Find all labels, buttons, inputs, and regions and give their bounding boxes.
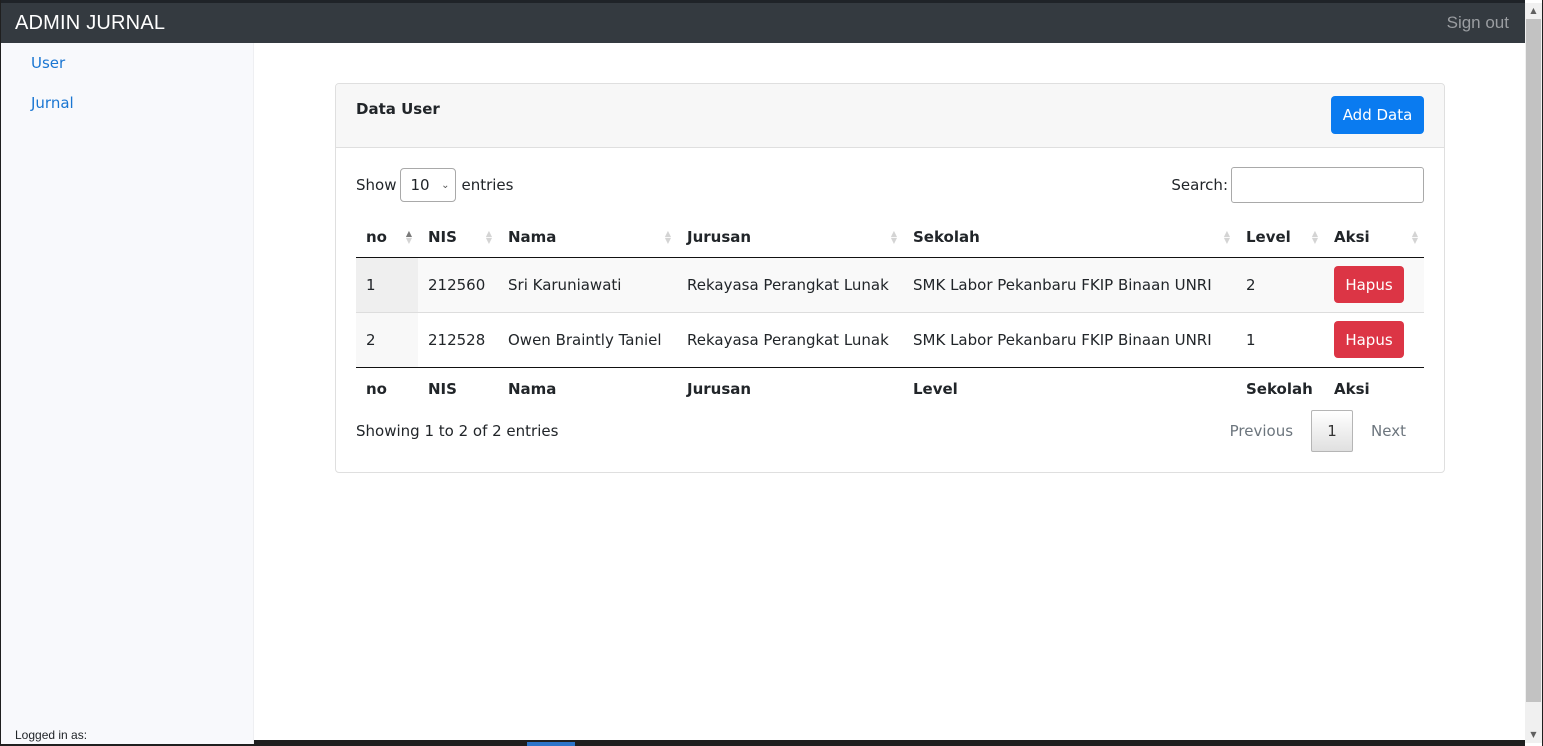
sidebar-item-jurnal[interactable]: Jurnal (0, 83, 253, 123)
cell-nama: Owen Braintly Taniel (498, 311, 677, 367)
vertical-scrollbar[interactable]: ▲ ▼ (1525, 3, 1542, 743)
scroll-down-icon[interactable]: ▼ (1525, 727, 1542, 743)
sort-icon: ▲ ▼ (405, 228, 412, 245)
table-info: Showing 1 to 2 of 2 entries (356, 422, 559, 440)
cell-aksi: Hapus (1324, 257, 1424, 312)
pagination: Previous 1 Next (1212, 410, 1424, 452)
window-bottom-edge (254, 740, 1525, 746)
entries-select[interactable]: 10 ⌄ (400, 168, 457, 202)
header-nis[interactable]: NIS ▲ ▼ (418, 217, 498, 258)
page-1-button[interactable]: 1 (1311, 410, 1354, 452)
entries-length-control: Show 10 ⌄ entries (356, 167, 513, 203)
sign-out-link[interactable]: Sign out (1447, 13, 1509, 33)
taskbar-indicator (527, 742, 575, 746)
footer-no: no (356, 366, 418, 411)
footer-nama: Nama (498, 366, 677, 411)
previous-page-button[interactable]: Previous (1212, 422, 1311, 440)
search-label: Search: (1171, 176, 1228, 194)
header-sekolah[interactable]: Sekolah ▲ ▼ (903, 217, 1236, 258)
cell-nis: 212560 (418, 257, 498, 312)
header-no[interactable]: no ▲ ▼ (356, 217, 418, 258)
card-header: Data User Add Data (336, 84, 1444, 148)
table-row: 2 212528 Owen Braintly Taniel Rekayasa P… (356, 311, 1424, 367)
cell-nama: Sri Karuniawati (498, 257, 677, 312)
sort-icon: ▲ ▼ (664, 228, 671, 245)
sort-icon: ▲ ▼ (1311, 228, 1318, 245)
search-input[interactable] (1231, 167, 1424, 203)
cell-sekolah: SMK Labor Pekanbaru FKIP Binaan UNRI (903, 311, 1236, 367)
scroll-up-icon[interactable]: ▲ (1525, 3, 1542, 19)
sort-icon: ▲ ▼ (1223, 228, 1230, 245)
sort-icon: ▲ ▼ (890, 228, 897, 245)
header-nama[interactable]: Nama ▲ ▼ (498, 217, 677, 258)
footer-jurusan: Jurusan (677, 366, 903, 411)
cell-no: 2 (356, 311, 418, 367)
cell-level: 2 (1236, 257, 1324, 312)
cell-aksi: Hapus (1324, 311, 1424, 367)
hapus-button[interactable]: Hapus (1334, 321, 1404, 358)
table-footer-row: no NIS Nama Jurusan Level Sekolah Aksi (356, 366, 1424, 411)
card-title: Data User (356, 100, 440, 118)
brand-title: ADMIN JURNAL (15, 11, 166, 34)
cell-nis: 212528 (418, 311, 498, 367)
cell-jurusan: Rekayasa Perangkat Lunak (677, 257, 903, 312)
cell-no: 1 (356, 257, 418, 312)
entries-label: entries (461, 176, 514, 194)
scroll-thumb[interactable] (1526, 19, 1541, 702)
data-user-card: Data User Add Data Show 10 ⌄ entries Sea… (335, 83, 1445, 473)
footer-aksi: Aksi (1324, 366, 1424, 411)
header-level[interactable]: Level ▲ ▼ (1236, 217, 1324, 258)
sort-icon: ▲ ▼ (485, 228, 492, 245)
logged-in-label: Logged in as: (15, 728, 88, 742)
next-page-button[interactable]: Next (1353, 422, 1424, 440)
table-controls: Show 10 ⌄ entries Search: (356, 167, 1424, 203)
footer-level: Level (903, 366, 1236, 411)
entries-select-value: 10 (410, 176, 430, 194)
add-data-button[interactable]: Add Data (1331, 96, 1424, 134)
footer-nis: NIS (418, 366, 498, 411)
search-control: Search: (1171, 167, 1424, 203)
cell-sekolah: SMK Labor Pekanbaru FKIP Binaan UNRI (903, 257, 1236, 312)
hapus-button[interactable]: Hapus (1334, 266, 1404, 303)
table-row: 1 212560 Sri Karuniawati Rekayasa Perang… (356, 257, 1424, 312)
header-aksi[interactable]: Aksi ▲ ▼ (1324, 217, 1424, 258)
sidebar-item-user[interactable]: User (0, 43, 253, 83)
sort-icon: ▲ ▼ (1411, 228, 1418, 245)
show-label: Show (356, 176, 397, 194)
chevron-down-icon: ⌄ (441, 179, 450, 191)
user-table: no ▲ ▼ NIS ▲ ▼ Nama ▲ ▼ Jurusan ▲ ▼ Sekolah ▲ ▼ Le… (356, 217, 1424, 411)
table-header-row: no ▲ ▼ NIS ▲ ▼ Nama ▲ ▼ Jurusan ▲ ▼ Sekolah ▲ ▼ Le… (356, 217, 1424, 258)
sidebar: User Jurnal Logged in as: (0, 43, 280, 746)
top-navbar: ADMIN JURNAL Sign out (0, 0, 1525, 43)
cell-level: 1 (1236, 311, 1324, 367)
cell-jurusan: Rekayasa Perangkat Lunak (677, 311, 903, 367)
header-jurusan[interactable]: Jurusan ▲ ▼ (677, 217, 903, 258)
footer-sekolah: Sekolah (1236, 366, 1324, 411)
